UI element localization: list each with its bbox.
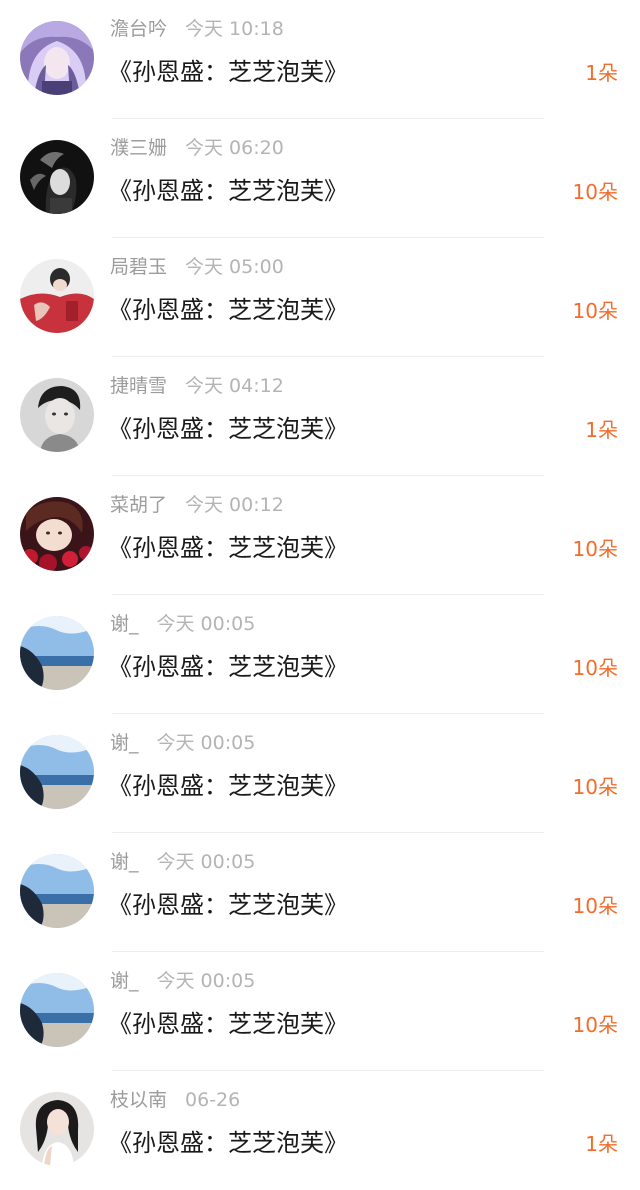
avatar-girl-white-top-icon bbox=[20, 1092, 94, 1166]
list-item[interactable]: 枝以南 06-26 《孙恩盛：芝芝泡芙》 1朵 bbox=[0, 1071, 640, 1190]
list-item[interactable]: 菜胡了 今天 00:12 《孙恩盛：芝芝泡芙》 10朵 bbox=[0, 476, 640, 595]
user-name[interactable]: 菜胡了 bbox=[110, 494, 167, 516]
avatar[interactable] bbox=[20, 1092, 94, 1166]
list-item[interactable]: 捷晴雪 今天 04:12 《孙恩盛：芝芝泡芙》 1朵 bbox=[0, 357, 640, 476]
avatar-seaside-icon bbox=[20, 735, 94, 809]
timestamp: 今天 00:05 bbox=[156, 851, 256, 873]
avatar-boy-red-flowers-icon bbox=[20, 497, 94, 571]
work-title[interactable]: 《孙恩盛：芝芝泡芙》 bbox=[108, 530, 348, 566]
flower-count: 10朵 bbox=[572, 656, 618, 680]
work-title[interactable]: 《孙恩盛：芝芝泡芙》 bbox=[108, 54, 348, 90]
work-title[interactable]: 《孙恩盛：芝芝泡芙》 bbox=[108, 649, 348, 685]
work-title[interactable]: 《孙恩盛：芝芝泡芙》 bbox=[108, 887, 348, 923]
meta-line: 捷晴雪 今天 04:12 bbox=[110, 373, 284, 399]
work-title[interactable]: 《孙恩盛：芝芝泡芙》 bbox=[108, 411, 348, 447]
avatar-purple-hair-girl-icon bbox=[20, 21, 94, 95]
avatar-red-shirt-boy-icon bbox=[20, 259, 94, 333]
list-item[interactable]: 局碧玉 今天 05:00 《孙恩盛：芝芝泡芙》 10朵 bbox=[0, 238, 640, 357]
flower-count: 1朵 bbox=[585, 418, 618, 442]
list-item[interactable]: 谢_ 今天 00:05 《孙恩盛：芝芝泡芙》 10朵 bbox=[0, 714, 640, 833]
user-name[interactable]: 捷晴雪 bbox=[110, 375, 167, 397]
meta-line: 菜胡了 今天 00:12 bbox=[110, 492, 284, 518]
timestamp: 今天 10:18 bbox=[185, 18, 284, 40]
avatar[interactable] bbox=[20, 378, 94, 452]
list-item[interactable]: 濮三姗 今天 06:20 《孙恩盛：芝芝泡芙》 10朵 bbox=[0, 119, 640, 238]
avatar-dark-smoke-icon bbox=[20, 140, 94, 214]
user-name[interactable]: 局碧玉 bbox=[110, 256, 167, 278]
meta-line: 谢_ 今天 00:05 bbox=[110, 730, 255, 756]
timestamp: 今天 00:12 bbox=[185, 494, 284, 516]
timestamp: 今天 05:00 bbox=[185, 256, 284, 278]
flower-count: 10朵 bbox=[572, 180, 618, 204]
avatar[interactable] bbox=[20, 497, 94, 571]
flower-count: 10朵 bbox=[572, 894, 618, 918]
avatar[interactable] bbox=[20, 259, 94, 333]
work-title[interactable]: 《孙恩盛：芝芝泡芙》 bbox=[108, 292, 348, 328]
meta-line: 濮三姗 今天 06:20 bbox=[110, 135, 284, 161]
user-name[interactable]: 谢_ bbox=[110, 970, 139, 992]
timestamp: 今天 00:05 bbox=[156, 970, 256, 992]
gift-record-list: 澹台吟 今天 10:18 《孙恩盛：芝芝泡芙》 1朵 濮三姗 今天 06:20 《孙… bbox=[0, 0, 640, 1178]
list-item[interactable]: 谢_ 今天 00:05 《孙恩盛：芝芝泡芙》 10朵 bbox=[0, 833, 640, 952]
user-name[interactable]: 谢_ bbox=[110, 851, 139, 873]
user-name[interactable]: 澹台吟 bbox=[110, 18, 167, 40]
work-title[interactable]: 《孙恩盛：芝芝泡芙》 bbox=[108, 1006, 348, 1042]
meta-line: 谢_ 今天 00:05 bbox=[110, 849, 255, 875]
meta-line: 枝以南 06-26 bbox=[110, 1087, 240, 1113]
avatar[interactable] bbox=[20, 140, 94, 214]
user-name[interactable]: 濮三姗 bbox=[110, 137, 167, 159]
meta-line: 谢_ 今天 00:05 bbox=[110, 611, 255, 637]
avatar-seaside-icon bbox=[20, 616, 94, 690]
meta-line: 谢_ 今天 00:05 bbox=[110, 968, 255, 994]
avatar[interactable] bbox=[20, 735, 94, 809]
list-item[interactable]: 澹台吟 今天 10:18 《孙恩盛：芝芝泡芙》 1朵 bbox=[0, 0, 640, 119]
user-name[interactable]: 枝以南 bbox=[110, 1089, 167, 1111]
work-title[interactable]: 《孙恩盛：芝芝泡芙》 bbox=[108, 173, 348, 209]
meta-line: 澹台吟 今天 10:18 bbox=[110, 16, 284, 42]
user-name[interactable]: 谢_ bbox=[110, 613, 139, 635]
timestamp: 今天 06:20 bbox=[185, 137, 284, 159]
user-name[interactable]: 谢_ bbox=[110, 732, 139, 754]
work-title[interactable]: 《孙恩盛：芝芝泡芙》 bbox=[108, 768, 348, 804]
timestamp: 今天 00:05 bbox=[156, 732, 256, 754]
work-title[interactable]: 《孙恩盛：芝芝泡芙》 bbox=[108, 1125, 348, 1161]
avatar[interactable] bbox=[20, 973, 94, 1047]
list-item[interactable]: 谢_ 今天 00:05 《孙恩盛：芝芝泡芙》 10朵 bbox=[0, 595, 640, 714]
flower-count: 10朵 bbox=[572, 537, 618, 561]
list-item[interactable]: 谢_ 今天 00:05 《孙恩盛：芝芝泡芙》 10朵 bbox=[0, 952, 640, 1071]
flower-count: 1朵 bbox=[585, 61, 618, 85]
timestamp: 今天 00:05 bbox=[156, 613, 256, 635]
flower-count: 10朵 bbox=[572, 1013, 618, 1037]
avatar[interactable] bbox=[20, 21, 94, 95]
meta-line: 局碧玉 今天 05:00 bbox=[110, 254, 284, 280]
timestamp: 06-26 bbox=[185, 1089, 241, 1111]
flower-count: 10朵 bbox=[572, 299, 618, 323]
timestamp: 今天 04:12 bbox=[185, 375, 284, 397]
avatar-seaside-icon bbox=[20, 973, 94, 1047]
avatar-black-white-boy-icon bbox=[20, 378, 94, 452]
flower-count: 10朵 bbox=[572, 775, 618, 799]
avatar[interactable] bbox=[20, 616, 94, 690]
flower-count: 1朵 bbox=[585, 1132, 618, 1156]
avatar[interactable] bbox=[20, 854, 94, 928]
avatar-seaside-icon bbox=[20, 854, 94, 928]
